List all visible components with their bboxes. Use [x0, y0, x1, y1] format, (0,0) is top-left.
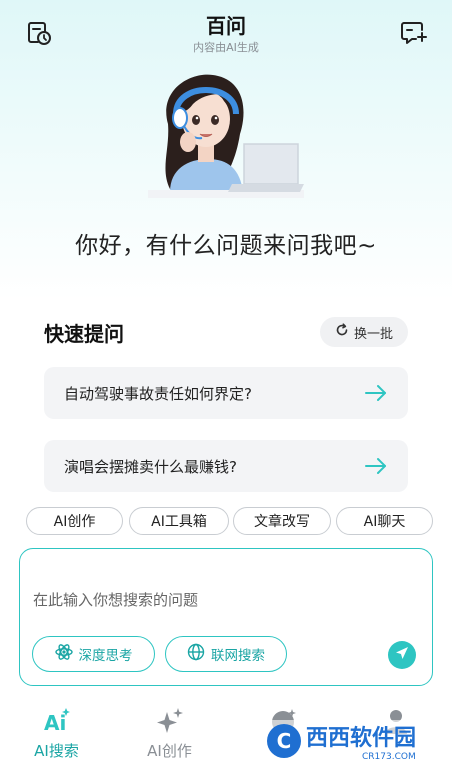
greeting-text: 你好，有什么问题来问我吧~ — [75, 233, 377, 259]
refresh-icon — [335, 323, 349, 341]
quick-questions-title: 快速提问 — [44, 322, 124, 346]
svg-text:Ai: Ai — [44, 711, 66, 735]
tab-ai-create[interactable]: AI创作 — [113, 698, 226, 770]
site-watermark-logo: C 西西软件园 CR173.COM — [262, 716, 438, 764]
assistant-avatar-illustration — [148, 64, 304, 204]
arrow-right-icon — [364, 383, 388, 403]
chip-ai-create[interactable]: AI创作 — [26, 507, 123, 535]
chip-ai-chat[interactable]: AI聊天 — [336, 507, 433, 535]
quick-question-card[interactable]: 自动驾驶事故责任如何界定? — [44, 367, 408, 419]
web-search-button[interactable]: 联网搜索 — [165, 636, 287, 672]
deep-think-label: 深度思考 — [78, 648, 133, 664]
tab-label: AI搜索 — [34, 742, 79, 760]
chip-ai-toolbox[interactable]: AI工具箱 — [129, 507, 229, 535]
page-subtitle: 内容由AI生成 — [193, 41, 259, 54]
refresh-label: 换一批 — [353, 326, 393, 342]
ai-search-icon: Ai — [42, 706, 72, 736]
globe-icon — [187, 643, 205, 665]
sparkle-icon — [155, 706, 185, 736]
quick-question-card[interactable]: 演唱会摆摊卖什么最赚钱? — [44, 440, 408, 492]
tab-label: AI创作 — [147, 742, 192, 760]
quick-question-text: 演唱会摆摊卖什么最赚钱? — [64, 457, 237, 476]
deep-think-button[interactable]: 深度思考 — [32, 636, 155, 672]
send-icon — [394, 645, 410, 665]
tab-ai-search[interactable]: Ai AI搜索 — [0, 698, 113, 770]
header: 百问 内容由AI生成 — [0, 0, 452, 60]
arrow-right-icon — [364, 456, 388, 476]
page-title: 百问 — [206, 14, 246, 38]
svg-text:西西软件园: 西西软件园 — [306, 725, 416, 751]
quick-question-text: 自动驾驶事故责任如何界定? — [64, 384, 252, 403]
send-button[interactable] — [388, 641, 416, 669]
shortcut-chips: AI创作 AI工具箱 文章改写 AI聊天 — [26, 507, 434, 537]
svg-text:CR173.COM: CR173.COM — [362, 752, 416, 762]
new-chat-icon[interactable] — [400, 20, 428, 46]
atom-icon — [54, 643, 73, 665]
search-input-box[interactable]: 在此输入你想搜索的问题 深度思考 联网搜索 — [19, 548, 433, 686]
web-search-label: 联网搜索 — [211, 648, 265, 664]
chip-rewrite[interactable]: 文章改写 — [233, 507, 331, 535]
refresh-button[interactable]: 换一批 — [320, 317, 408, 347]
svg-text:C: C — [277, 729, 292, 753]
search-input-placeholder[interactable]: 在此输入你想搜索的问题 — [33, 589, 198, 610]
